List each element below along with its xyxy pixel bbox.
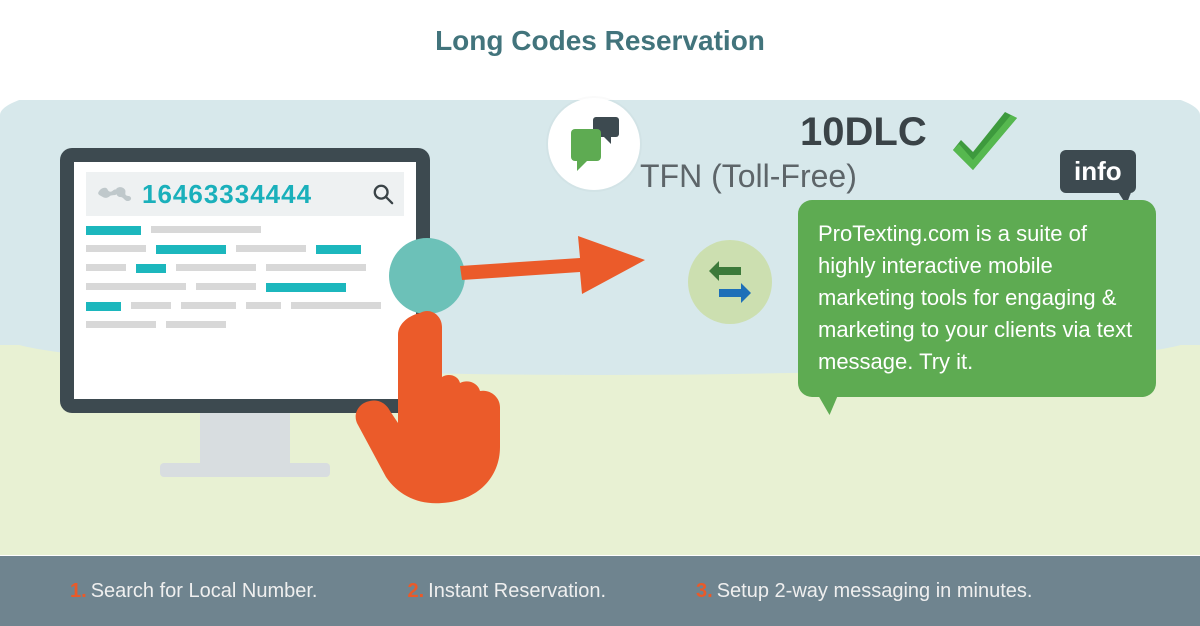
refresh-circle bbox=[688, 240, 772, 324]
page-title: Long Codes Reservation bbox=[0, 25, 1200, 57]
arrow-icon bbox=[450, 218, 650, 308]
result-row bbox=[86, 245, 404, 254]
step-2-text: Instant Reservation. bbox=[428, 580, 606, 602]
step-3-text: Setup 2-way messaging in minutes. bbox=[717, 580, 1033, 602]
info-bubble: ProTexting.com is a suite of highly inte… bbox=[798, 200, 1156, 397]
step-1: 1.Search for Local Number. bbox=[70, 580, 317, 603]
result-row bbox=[86, 283, 404, 292]
step-3-number: 3. bbox=[696, 580, 713, 602]
world-map-icon bbox=[96, 183, 134, 205]
pointer-hand-icon bbox=[350, 305, 520, 505]
search-bar: 16463334444 bbox=[86, 172, 404, 216]
step-2: 2.Instant Reservation. bbox=[407, 580, 606, 603]
step-3: 3.Setup 2-way messaging in minutes. bbox=[696, 580, 1032, 603]
step-1-number: 1. bbox=[70, 580, 87, 602]
search-number: 16463334444 bbox=[142, 179, 364, 210]
step-2-number: 2. bbox=[407, 580, 424, 602]
chat-logo-icon bbox=[567, 115, 621, 173]
monitor-stand bbox=[200, 413, 290, 463]
footer-steps: 1.Search for Local Number. 2.Instant Res… bbox=[0, 556, 1200, 626]
step-1-text: Search for Local Number. bbox=[91, 580, 318, 602]
result-row bbox=[86, 264, 404, 273]
refresh-icon bbox=[707, 259, 753, 305]
result-row bbox=[86, 226, 404, 235]
monitor-base bbox=[160, 463, 330, 477]
label-10dlc: 10DLC bbox=[800, 110, 927, 155]
info-badge: info bbox=[1060, 150, 1136, 193]
brand-logo bbox=[548, 98, 640, 190]
label-tfn: TFN (Toll-Free) bbox=[640, 158, 857, 195]
checkmark-icon bbox=[945, 108, 1023, 186]
search-icon bbox=[372, 183, 394, 205]
